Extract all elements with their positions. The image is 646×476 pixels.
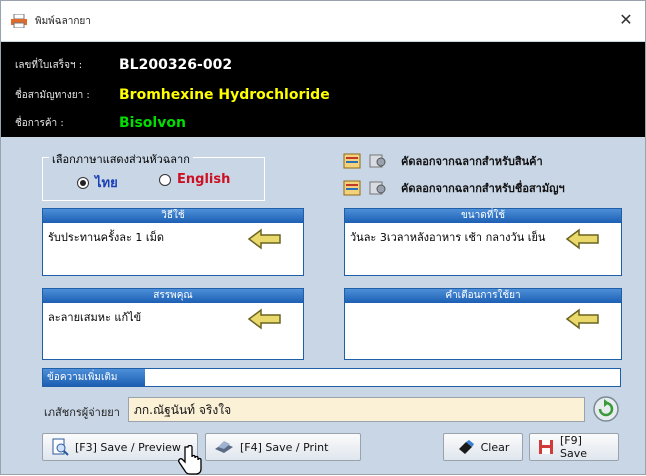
usage-box[interactable]: วิธีใช้ รับประทานครั้งละ 1 เม็ด: [42, 208, 304, 276]
eraser-icon: [458, 440, 474, 454]
warnings-header: คำเตือนการใช้ยา: [345, 289, 621, 303]
copy-from-generic-button[interactable]: คัดลอกจากฉลากสำหรับชื่อสามัญฯ: [343, 179, 565, 197]
pharmacist-label: เภสัชกรผู้จ่ายยา: [44, 406, 120, 419]
dosage-box[interactable]: ขนาดที่ใช้ วันละ 3เวลาหลังอาหาร เช้า กลา…: [344, 208, 622, 276]
warnings-box[interactable]: คำเตือนการใช้ยา: [344, 288, 622, 360]
thai-radio-label: ไทย: [95, 176, 118, 191]
trade-name-label: ชื่อการค้า :: [15, 117, 64, 129]
drug-info-panel: เลขที่ใบเสร็จฯ : BL200326-002 ชื่อสามัญท…: [1, 42, 645, 137]
radio-selected-icon: [77, 176, 89, 189]
print-icon: [215, 441, 233, 453]
refresh-icon[interactable]: [591, 395, 621, 423]
radio-unselected-icon: [159, 173, 171, 186]
additional-note-field[interactable]: ข้อความเพิ่มเติม: [42, 368, 621, 387]
properties-box[interactable]: สรรพคุณ ละลายเสมหะ แก้ไข้: [42, 288, 304, 360]
trade-name-value: Bisolvon: [119, 115, 186, 131]
receipt-label: เลขที่ใบเสร็จฯ :: [15, 59, 83, 71]
floppy-disk-icon: [539, 440, 553, 454]
save-preview-button[interactable]: [F3] Save / Preview: [42, 433, 198, 461]
clear-button[interactable]: Clear: [443, 433, 523, 461]
save-button[interactable]: [F9] Save: [529, 433, 619, 461]
arrow-left-icon[interactable]: [565, 228, 601, 250]
copy-from-generic-label: คัดลอกจากฉลากสำหรับชื่อสามัญฯ: [401, 182, 565, 195]
properties-header: สรรพคุณ: [43, 289, 303, 303]
printer-icon: [11, 14, 27, 28]
receipt-number: BL200326-002: [119, 57, 233, 73]
language-legend: เลือกภาษาแสดงส่วนหัวฉลาก: [49, 150, 193, 168]
copy-table-icon: [343, 180, 361, 196]
thai-radio[interactable]: ไทย: [77, 172, 118, 193]
arrow-left-icon[interactable]: [247, 308, 283, 330]
save-preview-label: [F3] Save / Preview: [75, 440, 181, 454]
close-button[interactable]: ✕: [615, 9, 637, 31]
pharmacist-field[interactable]: ภก.ณัฐนันท์ จริงใจ: [128, 397, 585, 422]
copy-from-product-label: คัดลอกจากฉลากสำหรับสินค้า: [401, 155, 543, 168]
english-radio-label: English: [177, 172, 231, 187]
clear-label: Clear: [480, 440, 510, 454]
label-print-window: พิมพ์ฉลากยา ✕ เลขที่ใบเสร็จฯ : BL200326-…: [0, 0, 646, 475]
copy-gear-icon: [369, 154, 386, 168]
hand-pointer-icon: [178, 445, 202, 475]
arrow-left-icon[interactable]: [247, 228, 283, 250]
copy-table-icon: [343, 153, 361, 169]
generic-name-label: ชื่อสามัญทางยา :: [15, 89, 90, 101]
language-group: เลือกภาษาแสดงส่วนหัวฉลาก ไทย English: [42, 150, 265, 201]
dosage-header: ขนาดที่ใช้: [345, 209, 621, 223]
usage-text[interactable]: รับประทานครั้งละ 1 เม็ด: [48, 228, 164, 246]
copy-from-product-button[interactable]: คัดลอกจากฉลากสำหรับสินค้า: [343, 152, 543, 170]
save-label: [F9] Save: [560, 434, 588, 460]
dosage-text[interactable]: วันละ 3เวลาหลังอาหาร เช้า กลางวัน เย็น: [350, 228, 545, 246]
usage-header: วิธีใช้: [43, 209, 303, 223]
title-bar: พิมพ์ฉลากยา ✕: [1, 1, 645, 41]
copy-gear-icon: [369, 181, 386, 195]
save-print-label: [F4] Save / Print: [240, 440, 329, 454]
trade-name-row: ชื่อการค้า : Bisolvon: [15, 113, 186, 133]
generic-name-row: ชื่อสามัญทางยา : Bromhexine Hydrochlorid…: [15, 85, 330, 105]
preview-icon: [52, 438, 69, 456]
english-radio[interactable]: English: [159, 172, 230, 187]
save-print-button[interactable]: [F4] Save / Print: [205, 433, 361, 461]
receipt-row: เลขที่ใบเสร็จฯ : BL200326-002: [15, 55, 232, 75]
generic-name-value: Bromhexine Hydrochloride: [119, 87, 330, 103]
additional-note-label: ข้อความเพิ่มเติม: [43, 369, 145, 386]
arrow-left-icon[interactable]: [565, 308, 601, 330]
window-title: พิมพ์ฉลากยา: [35, 16, 91, 27]
properties-text[interactable]: ละลายเสมหะ แก้ไข้: [48, 308, 141, 326]
